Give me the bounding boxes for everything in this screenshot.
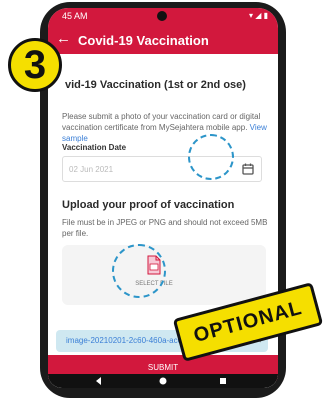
status-time: 45 AM	[62, 11, 88, 21]
upload-description: File must be in JPEG or PNG and should n…	[62, 218, 268, 238]
vaccination-date-label: Vaccination Date	[62, 143, 127, 152]
step-number-badge: 3	[8, 38, 62, 92]
status-icons: ▾ ◢ ▮	[248, 11, 268, 20]
nav-recent-icon[interactable]	[218, 376, 228, 386]
date-highlight-ring	[188, 134, 234, 180]
nav-back-icon[interactable]	[94, 376, 104, 386]
status-bar: 45 AM ▾ ◢ ▮	[48, 8, 278, 26]
section-title: vid-19 Vaccination (1st or 2nd ose)	[65, 79, 246, 91]
description: Please submit a photo of your vaccinatio…	[62, 111, 272, 144]
app-bar: ← Covid-19 Vaccination	[48, 26, 278, 54]
system-nav-bar	[48, 374, 278, 388]
app-title: Covid-19 Vaccination	[78, 33, 209, 48]
step-number: 3	[23, 43, 47, 87]
upload-title: Upload your proof of vaccination	[62, 199, 235, 211]
arrow-left-icon[interactable]: ←	[56, 30, 71, 47]
calendar-icon[interactable]	[241, 162, 255, 176]
vaccination-date-value: 02 Jun 2021	[69, 165, 114, 174]
upload-highlight-ring	[112, 244, 166, 298]
camera-icon	[157, 11, 167, 21]
description-text: Please submit a photo of your vaccinatio…	[62, 112, 261, 132]
nav-home-icon[interactable]	[158, 376, 168, 386]
